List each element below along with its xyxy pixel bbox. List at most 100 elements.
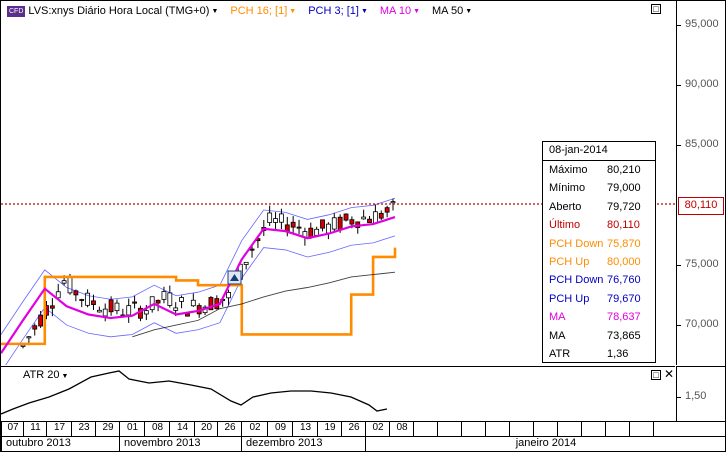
candle-body bbox=[161, 291, 167, 300]
chevron-down-icon[interactable]: ▼ bbox=[61, 373, 68, 380]
candle-body bbox=[102, 308, 108, 317]
candle-body bbox=[331, 217, 337, 230]
candle-body bbox=[26, 336, 32, 339]
candle-body bbox=[384, 207, 390, 213]
chevron-down-icon[interactable]: ▼ bbox=[465, 8, 472, 15]
tick-mark bbox=[677, 397, 681, 398]
data-window-row: MA 78,637 bbox=[543, 308, 655, 326]
candle-body bbox=[378, 212, 384, 219]
data-window-row: Aberto 79,720 bbox=[543, 198, 655, 216]
candle-body bbox=[143, 310, 149, 315]
date-tick: 14 bbox=[169, 422, 195, 436]
chart-event-icon[interactable] bbox=[227, 270, 242, 285]
ma50-legend[interactable]: MA 50 ▼ bbox=[432, 5, 472, 17]
tick-mark bbox=[677, 85, 681, 86]
date-tick: 08 bbox=[144, 422, 170, 436]
data-window-value: 79,000 bbox=[607, 182, 641, 195]
candle-body bbox=[367, 218, 372, 223]
data-window-row: PCH Up 80,000 bbox=[543, 253, 655, 271]
date-tick bbox=[557, 422, 582, 436]
price-tick-85: 85,000 bbox=[685, 138, 719, 150]
tick-mark bbox=[677, 145, 681, 146]
candle-body bbox=[190, 299, 196, 307]
date-tick: 13 bbox=[292, 422, 318, 436]
candle-body bbox=[226, 292, 231, 299]
candle-body bbox=[114, 302, 120, 312]
candle-body bbox=[61, 280, 67, 284]
data-window-row: PCH Down 76,760 bbox=[543, 271, 655, 289]
candle-body bbox=[167, 292, 173, 306]
candle-body bbox=[273, 218, 278, 223]
data-window-label: Aberto bbox=[549, 200, 582, 213]
candle-body bbox=[337, 216, 343, 230]
date-tick bbox=[461, 422, 486, 436]
chevron-down-icon[interactable]: ▼ bbox=[289, 8, 296, 15]
price-pane[interactable]: CFD LVS:xnys Diário Hora Local (TMG+0) ▼ P… bbox=[1, 1, 675, 365]
date-tick: 23 bbox=[71, 422, 96, 436]
date-tick: 07 bbox=[1, 422, 24, 436]
data-window-row: Mínimo 79,000 bbox=[543, 179, 655, 197]
atr-legend[interactable]: ATR 20 ▼ bbox=[23, 369, 68, 381]
data-window-date: 08-jan-2014 bbox=[543, 142, 655, 161]
date-tick: 26 bbox=[217, 422, 242, 436]
candle-body bbox=[179, 297, 184, 302]
last-price-tag: 80,110 bbox=[678, 197, 724, 215]
chevron-down-icon[interactable]: ▼ bbox=[413, 8, 420, 15]
atr-chart[interactable] bbox=[1, 367, 675, 422]
candle-body bbox=[55, 291, 61, 299]
candle-body bbox=[38, 314, 44, 327]
atr-label: ATR 20 bbox=[23, 369, 60, 381]
date-tick bbox=[413, 422, 438, 436]
maximize-button[interactable]: □ bbox=[651, 4, 661, 14]
candle-body bbox=[96, 309, 102, 313]
data-window: 08-jan-2014 Máximo 80,210 Mínimo 79,000 Aber… bbox=[542, 141, 656, 363]
data-window-value: 80,000 bbox=[607, 255, 641, 268]
data-window-value: 80,210 bbox=[607, 164, 641, 176]
candle-body bbox=[372, 211, 378, 224]
candle-body bbox=[126, 305, 132, 316]
price-axis[interactable]: 95,000 90,000 85,000 80,110 75,000 70,00… bbox=[676, 1, 726, 365]
data-window-row: Máximo 80,210 bbox=[543, 161, 655, 179]
data-window-row: MA 73,865 bbox=[543, 327, 655, 345]
pch3-legend[interactable]: PCH 3; [1] ▼ bbox=[308, 5, 368, 17]
candle-body bbox=[20, 344, 26, 347]
date-tick: 08 bbox=[389, 422, 414, 436]
candle-body bbox=[290, 221, 296, 228]
candle-body bbox=[79, 299, 85, 301]
cfd-badge-icon: CFD bbox=[7, 5, 26, 17]
data-window-label: ATR bbox=[549, 347, 571, 360]
date-tick bbox=[629, 422, 654, 436]
data-window-row: Último 80,110 bbox=[543, 216, 655, 234]
date-tick bbox=[533, 422, 558, 436]
candle-body bbox=[173, 307, 179, 311]
atr-axis: 1,50 bbox=[676, 366, 726, 422]
candle-body bbox=[185, 313, 190, 317]
candle-body bbox=[314, 228, 320, 236]
data-window-value: 80,110 bbox=[607, 219, 640, 232]
pch16-legend[interactable]: PCH 16; [1] ▼ bbox=[230, 5, 296, 17]
candle-body bbox=[361, 216, 367, 220]
tick-mark bbox=[677, 25, 681, 26]
month-label: outubro 2013 bbox=[1, 437, 120, 451]
day-row: 07 11 17 23 29 01 08 14 20 26 02 09 13 19 26 02 08 bbox=[1, 422, 725, 437]
candle-body bbox=[32, 325, 38, 330]
candle-body bbox=[325, 223, 331, 234]
atr-pane[interactable]: ATR 20 ▼ □ ✕ bbox=[1, 366, 675, 422]
chart-legend: CFD LVS:xnys Diário Hora Local (TMG+0) ▼ P… bbox=[7, 5, 472, 17]
tick-mark bbox=[677, 265, 681, 266]
chevron-down-icon[interactable]: ▼ bbox=[361, 8, 368, 15]
maximize-icon: □ bbox=[653, 370, 659, 380]
atr-close-button[interactable]: ✕ bbox=[664, 368, 674, 380]
chevron-down-icon[interactable]: ▼ bbox=[211, 8, 218, 15]
ma10-legend[interactable]: MA 10 ▼ bbox=[380, 5, 420, 17]
date-tick: 29 bbox=[95, 422, 120, 436]
instrument-legend[interactable]: CFD LVS:xnys Diário Hora Local (TMG+0) ▼ bbox=[7, 5, 218, 17]
data-window-value: 79,670 bbox=[607, 292, 641, 305]
date-axis[interactable]: 07 11 17 23 29 01 08 14 20 26 02 09 13 19 26 02 08 outub… bbox=[1, 421, 725, 452]
date-tick bbox=[437, 422, 462, 436]
atr-maximize-button[interactable]: □ bbox=[651, 370, 661, 380]
data-window-value: 73,865 bbox=[607, 329, 641, 342]
candle-body bbox=[243, 261, 249, 265]
date-tick: 17 bbox=[46, 422, 72, 436]
candle-body bbox=[320, 219, 325, 229]
